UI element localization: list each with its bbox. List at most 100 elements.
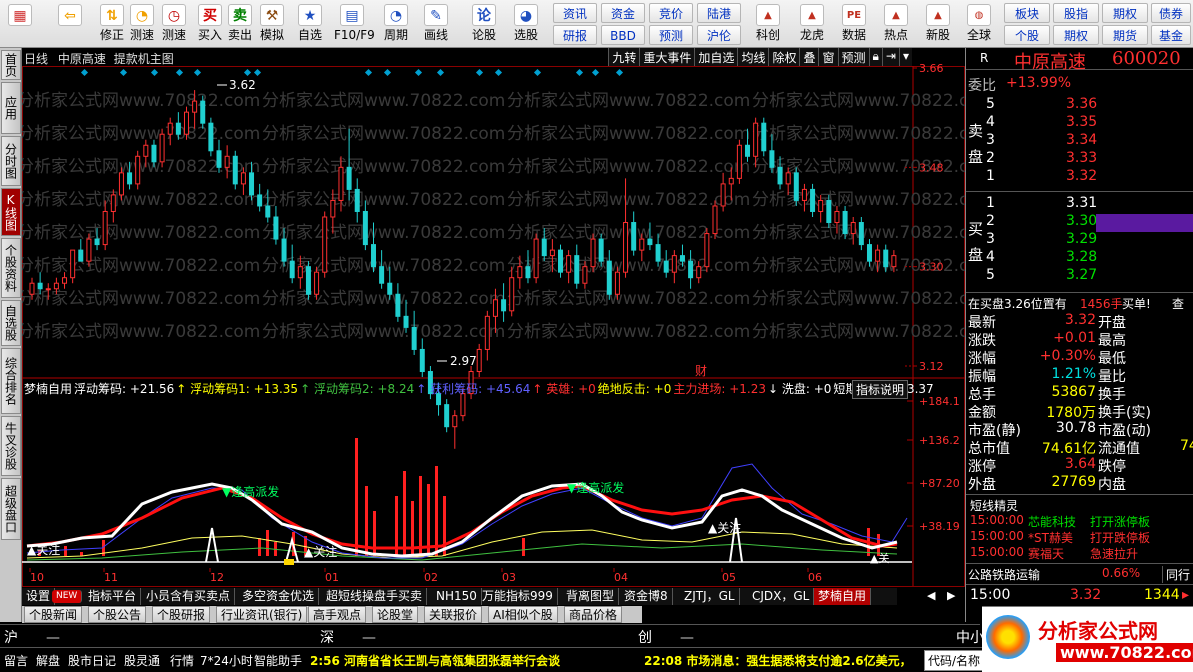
toolbar-market-板块[interactable]: 板块 (1004, 3, 1050, 23)
toolbar-button-科创[interactable]: ▲ 科创 (749, 2, 787, 46)
status-item-留言[interactable]: 留言 (4, 652, 28, 669)
sprite-stock[interactable]: 赛福天 (1028, 545, 1064, 562)
toolbar-button-热点[interactable]: ▲ 热点 (877, 2, 915, 46)
info-tab-个股公告[interactable]: 个股公告 (88, 606, 147, 623)
indicator-tab-梦楠自用[interactable]: 梦楠自用 (814, 588, 872, 605)
indicator-tab-小员含有买卖点[interactable]: 小员含有买卖点 (142, 588, 236, 605)
left-tab-超级盘口[interactable]: 超级盘口 (1, 478, 21, 540)
toolbar-market-个股[interactable]: 个股 (1004, 25, 1050, 45)
indicator-tab-设置[interactable]: 设置 (22, 588, 56, 605)
info-tab-行业资讯(银行)[interactable]: 行业资讯(银行) (216, 606, 308, 623)
toolbar-small-BBD[interactable]: BBD (601, 25, 645, 45)
indicator-tab-CJDX，GL[interactable]: CJDX，GL (748, 588, 815, 605)
toolbar-button-画线[interactable]: ✎ 画线 (418, 2, 454, 46)
indicator-tab-多空资金优选[interactable]: 多空资金优选 (238, 588, 320, 605)
indicator-tab-NH150[interactable]: NH150 (432, 588, 482, 605)
peer-button[interactable]: 同行 (1162, 566, 1190, 583)
toolbar-market-期权[interactable]: 期权 (1102, 3, 1148, 23)
status-item-7*24小时[interactable]: 7*24小时 (200, 652, 253, 669)
toolbar-button-1[interactable]: ⇦ (52, 2, 88, 46)
left-tab-应用[interactable]: 应用 (1, 82, 21, 134)
news-ticker-2[interactable]: 22:08 市场消息：强生据悉将支付逾2.6亿美元， (644, 652, 912, 669)
toolbar-button-数据[interactable]: PE 数据 (835, 2, 873, 46)
toolbar-button-龙虎[interactable]: ▲ 龙虎 (793, 2, 831, 46)
buy-price[interactable]: 3.29 (1066, 231, 1097, 247)
index-创[interactable]: 创 — (638, 627, 938, 647)
info-tab-个股新闻[interactable]: 个股新闻 (24, 606, 83, 623)
toolbar-small-资讯[interactable]: 资讯 (553, 3, 597, 23)
tab-scroll-left-icon[interactable]: ◀ (927, 589, 935, 602)
toolbar-small-资金[interactable]: 资金 (601, 3, 645, 23)
status-item-解盘[interactable]: 解盘 (36, 652, 60, 669)
tab-scroll-right-icon[interactable]: ▶ (947, 589, 955, 602)
toolbar-button-周期[interactable]: ◔ 周期 (378, 2, 414, 46)
left-tab-牛叉诊股[interactable]: 牛叉诊股 (1, 416, 21, 476)
indicator-tab-指标平台[interactable]: 指标平台 (84, 588, 142, 605)
buy-price[interactable]: 3.30 (1066, 213, 1097, 229)
sector-name[interactable]: 公路铁路运输 (968, 566, 1040, 583)
toolbar-small-研报[interactable]: 研报 (553, 25, 597, 45)
left-tab-首页[interactable]: 首页 (1, 50, 21, 80)
info-tab-论股堂[interactable]: 论股堂 (372, 606, 419, 623)
sell-price[interactable]: 3.35 (1066, 114, 1097, 130)
toolbar-button-F10/F9[interactable]: ▤ F10/F9 (334, 2, 375, 46)
indicator-explain-button[interactable]: 指标说明 (851, 380, 908, 399)
info-tab-AI相似个股[interactable]: AI相似个股 (488, 606, 558, 623)
info-tab-关联报价[interactable]: 关联报价 (424, 606, 483, 623)
status-item-智能助手[interactable]: 智能助手 (254, 652, 302, 669)
indicator-tab-NEW[interactable]: NEW (52, 590, 83, 603)
left-tab-自选股[interactable]: 自选股 (1, 300, 21, 346)
status-item-行情[interactable]: 行情 (170, 652, 194, 669)
indicator-tab-超短线操盘手买卖[interactable]: 超短线操盘手买卖 (322, 588, 428, 605)
indicator-name[interactable]: 梦楠自用 (24, 382, 72, 396)
buy-price[interactable]: 3.28 (1066, 249, 1097, 265)
sell-price[interactable]: 3.33 (1066, 150, 1097, 166)
toolbar-button-测速[interactable]: ◷ 测速 (156, 2, 192, 46)
sell-price[interactable]: 3.34 (1066, 132, 1097, 148)
toolbar-button-全球[interactable]: ◍ 全球 (960, 2, 998, 46)
left-tab-K线图[interactable]: K线图 (1, 188, 21, 236)
toolbar-button-卖出[interactable]: 卖卖出 (222, 2, 258, 46)
toolbar-button-0[interactable]: ▦ (2, 2, 38, 46)
indicator-tab-ZJTJ，GL[interactable]: ZJTJ，GL (680, 588, 740, 605)
status-item-股灵通[interactable]: 股灵通 (124, 652, 160, 669)
info-tab-个股研报[interactable]: 个股研报 (152, 606, 211, 623)
toolbar-button-选股[interactable]: ◕ 选股 (508, 2, 544, 46)
sprite-stock[interactable]: 芯能科技 (1028, 513, 1076, 530)
toolbar-market-期货[interactable]: 期货 (1102, 25, 1148, 45)
index-深[interactable]: 深 — (320, 627, 620, 647)
toolbar-market-债券[interactable]: 债券 (1151, 3, 1191, 23)
toolbar-small-沪伦[interactable]: 沪伦 (697, 25, 741, 45)
sprite-title[interactable]: 短线精灵 (970, 497, 1018, 514)
toolbar-small-陆港[interactable]: 陆港 (697, 3, 741, 23)
toolbar-button-自选[interactable]: ★ 自选 (292, 2, 328, 46)
news-ticker-1[interactable]: 2:56 河南省省长王凯与高瓴集团张磊举行会谈 (310, 652, 560, 669)
left-tab-分时图[interactable]: 分时图 (1, 136, 21, 186)
kline-chart[interactable]: 分析家公式网www.70822.com 分析家公式网www.70822.com 分析… (22, 48, 965, 588)
buy-price[interactable]: 3.27 (1066, 267, 1097, 283)
indicator-tab-背离图型[interactable]: 背离图型 (562, 588, 620, 605)
info-tab-商品价格[interactable]: 商品价格 (564, 606, 623, 623)
sprite-stock[interactable]: *ST赫美 (1028, 529, 1073, 546)
status-item-股市日记[interactable]: 股市日记 (68, 652, 116, 669)
toolbar-button-模拟[interactable]: ⚒ 模拟 (254, 2, 290, 46)
index-沪[interactable]: 沪 — (4, 627, 304, 647)
sell-price[interactable]: 3.32 (1066, 168, 1097, 184)
buy-notice-more[interactable]: 查 (1172, 295, 1184, 312)
left-tab-综合排名[interactable]: 综合排名 (1, 348, 21, 414)
buy-price[interactable]: 3.31 (1066, 195, 1097, 211)
toolbar-market-股指[interactable]: 股指 (1053, 3, 1099, 23)
left-tab-个股资料[interactable]: 个股资料 (1, 238, 21, 298)
code-search-input[interactable]: 代码/名称 (924, 650, 985, 671)
toolbar-market-期权[interactable]: 期权 (1053, 25, 1099, 45)
indicator-tab-万能指标999[interactable]: 万能指标999 (478, 588, 558, 605)
info-tab-高手观点[interactable]: 高手观点 (308, 606, 367, 623)
indicator-tab-资金博8[interactable]: 资金博8 (620, 588, 673, 605)
toolbar-button-新股[interactable]: ▲ 新股 (919, 2, 957, 46)
toolbar-button-测速[interactable]: ◔ 测速 (124, 2, 160, 46)
toolbar-market-基金[interactable]: 基金 (1151, 25, 1191, 45)
toolbar-small-预测[interactable]: 预测 (649, 25, 693, 45)
sell-price[interactable]: 3.36 (1066, 96, 1097, 112)
toolbar-button-论股[interactable]: 论论股 (466, 2, 502, 46)
toolbar-small-竞价[interactable]: 竞价 (649, 3, 693, 23)
